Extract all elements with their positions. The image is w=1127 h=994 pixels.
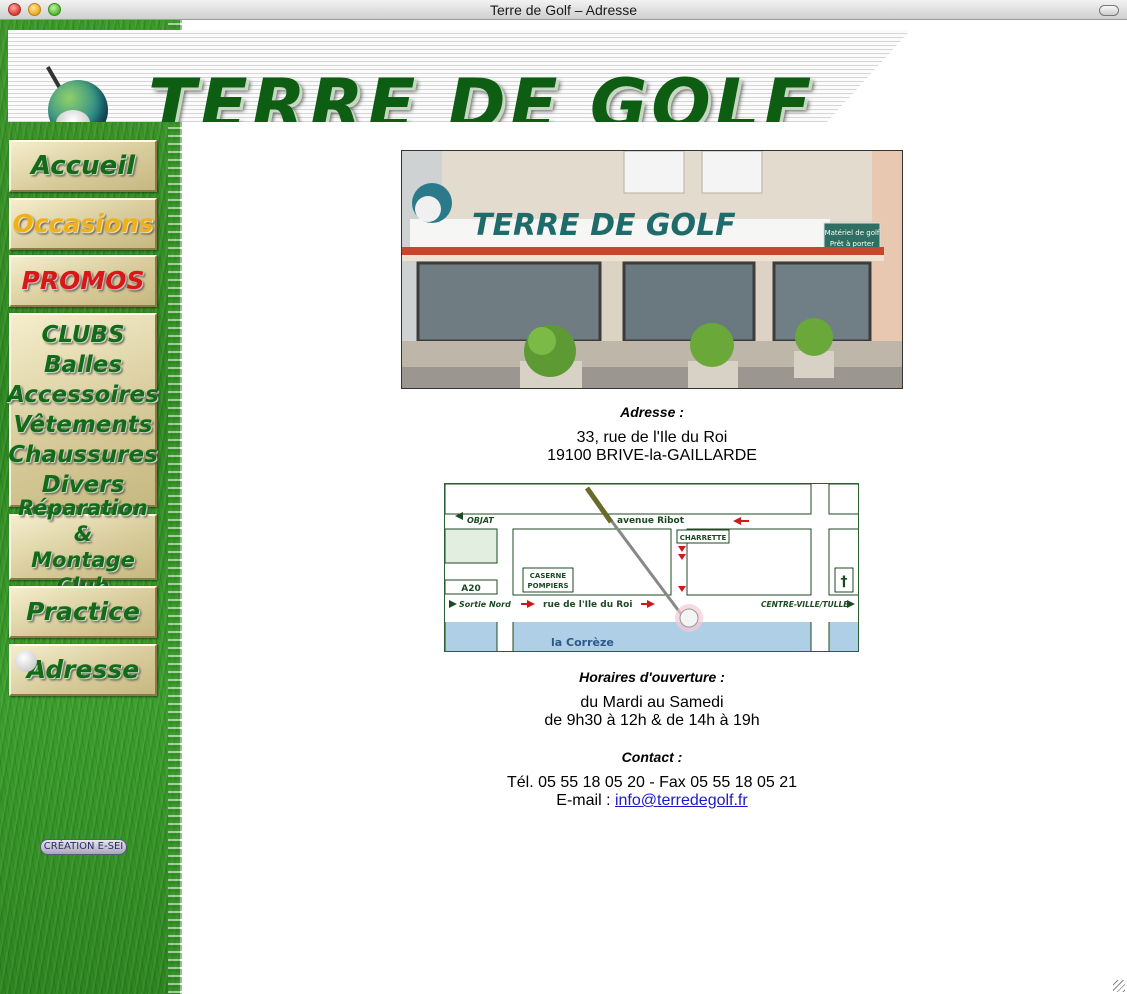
contact-phone: Tél. 05 55 18 05 20 - Fax 05 55 18 05 21 [507,774,797,791]
hours-days: du Mardi au Samedi [580,694,724,711]
map-label-avenue-ribot: avenue Ribot [617,516,685,526]
map-label-sortie-nord: Sortie Nord [459,600,511,609]
contact-email-prefix: E-mail : [556,792,615,809]
hours-section: Horaires d'ouverture : du Mardi au Samed… [401,668,903,730]
map-label-pompiers: POMPIERS [528,582,569,590]
nav-reparation-button[interactable]: Réparation & Montage Club [9,496,157,598]
map-label-correze: la Corrèze [551,636,614,649]
map-label-centre-ville: CENTRE-VILLE/TULLE [761,600,849,609]
creation-esei-badge[interactable]: CRÉATION E-SEI [40,839,127,855]
storefront-sign-text: TERRE DE GOLF [472,208,736,243]
nav-practice-label: Practice [26,597,140,626]
address-street: 33, rue de l'Ile du Roi [576,429,728,446]
map-label-a20: A20 [461,584,481,594]
contact-email-link[interactable]: info@terredegolf.fr [615,792,748,809]
nav-promos-button[interactable]: PROMOS [9,255,157,307]
nav-products-button[interactable]: CLUBS Balles Accessoires Vêtements Chaus… [7,313,159,507]
location-map: A20 OBJAT avenue Ribot CHARRETTE CASERNE… [444,483,859,652]
golf-ball-selected-icon [15,650,37,672]
nav-occasions-label: Occasions [12,209,154,238]
nav-accessoires-label[interactable]: Accessoires [7,380,159,410]
storefront-sign-small-1: Matériel de golf [825,229,880,237]
address-heading: Adresse : [620,404,684,420]
window-resize-handle[interactable] [1113,980,1125,992]
location-map-drawing: A20 OBJAT avenue Ribot CHARRETTE CASERNE… [445,484,858,651]
nav-vetements-label[interactable]: Vêtements [14,410,153,440]
window-title: Terre de Golf – Adresse [489,2,638,18]
map-label-rue-ile-du-roi: rue de l'Ile du Roi [543,600,632,610]
map-label-charrette: CHARRETTE [680,534,727,542]
site-logo-text: TERRE DE GOLF [148,64,816,146]
map-label-objat: OBJAT [467,516,494,525]
toolbar-toggle-button[interactable] [1099,5,1119,16]
nav-adresse-button[interactable]: Adresse [9,644,157,696]
contact-section: Contact : Tél. 05 55 18 05 20 - Fax 05 5… [401,748,903,810]
site-banner[interactable]: TERRE DE GOLF [8,30,908,122]
nav-accueil-button[interactable]: Accueil [9,140,157,192]
storefront-photo: TERRE DE GOLF Matériel de golf Prêt à po… [401,150,903,389]
address-city: 19100 BRIVE-la-GAILLARDE [547,447,757,464]
address-section: Adresse : 33, rue de l'Ile du Roi 19100 … [401,403,903,465]
nav-adresse-label: Adresse [26,655,140,684]
contact-heading: Contact : [621,749,683,765]
nav-clubs-label[interactable]: CLUBS [41,320,124,350]
nav-balles-label[interactable]: Balles [44,350,122,380]
contact-email-line: E-mail : info@terredegolf.fr [401,792,903,810]
nav-occasions-button[interactable]: Occasions [9,198,157,250]
hours-times: de 9h30 à 12h & de 14h à 19h [544,712,760,729]
map-label-caserne: CASERNE [530,572,567,580]
nav-practice-button[interactable]: Practice [9,586,157,638]
sidebar-grass-edge [168,20,182,994]
church-icon: † [841,574,848,590]
hours-heading: Horaires d'ouverture : [579,669,725,685]
nav-reparation-label-1: Réparation & [18,496,148,546]
golf-ball-marker-icon [679,608,699,628]
window-titlebar: Terre de Golf – Adresse [0,0,1127,20]
nav-chaussures-label[interactable]: Chaussures [8,440,158,470]
nav-accueil-label: Accueil [30,151,136,181]
nav-promos-label: PROMOS [21,266,145,295]
storefront-illustration: TERRE DE GOLF Matériel de golf Prêt à po… [402,151,902,388]
storefront-sign-small-2: Prêt à porter [830,240,874,248]
